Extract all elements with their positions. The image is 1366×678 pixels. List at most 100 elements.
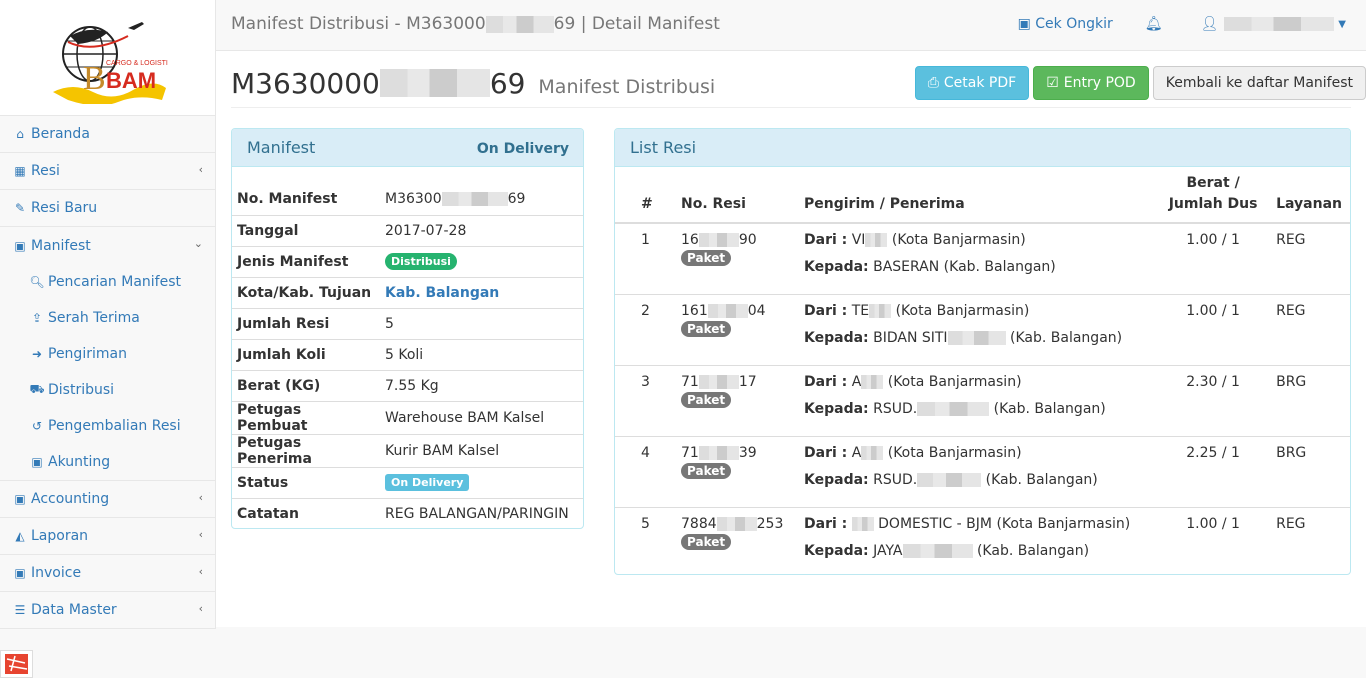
sidebar-item-beranda[interactable]: ⌂ Beranda [0,116,215,153]
kepada-label: Kepada: [804,542,869,559]
resi-no-suffix: 39 [738,444,757,461]
dari-line: Dari : VI (Kota Banjarmasin) [804,232,1150,248]
column-header-layanan: Layanan [1268,167,1350,224]
column-header-no: # [615,167,673,224]
sidebar-subitem-label: Pengiriman [48,346,127,362]
cek-ongkir-link[interactable]: ▣ Cek Ongkir [1018,16,1113,32]
kepada-name-prefix: BIDAN SITI [873,329,948,346]
sidebar-subitem-pengembalian-resi[interactable]: ↺ Pengembalian Resi [0,408,215,444]
sidebar-item-label: Laporan [31,528,89,544]
sidebar-item-laporan[interactable]: ◭ Laporan ‹ [0,518,215,555]
dari-label: Dari : [804,515,848,532]
dari-location: DOMESTIC - BJM (Kota Banjarmasin) [878,515,1131,532]
detail-key: Catatan [232,497,380,529]
logo-area: B BAM CARGO & LOGISTIC [0,0,215,116]
sidebar-subitem-label: Pengembalian Resi [48,418,181,434]
berat-cell: 1.00 / 1 [1186,232,1240,248]
table-row[interactable]: 4 71 39 Paket Dari : A (Kota Banjarmasin)… [615,435,1350,507]
manifest-no-prefix: M36300 [385,191,442,208]
dari-name-prefix: A [851,373,862,390]
main-content: M3630000 69 Manifest Distribusi ⎙ Cetak P… [216,51,1366,627]
table-icon: ▦ [14,164,26,178]
navbar-title-suffix: 69 | Detail Manifest [553,14,720,34]
sidebar-item-manifest[interactable]: ▣ Manifest ⌄ [0,227,215,264]
money-icon: ▣ [14,492,26,506]
resi-cell: 7884 253 Paket [673,506,796,578]
sidebar-subitem-pengiriman[interactable]: ➜ Pengiriman [0,336,215,372]
detail-row: Berat (KG) 7.55 Kg [232,369,583,401]
resi-no-suffix: 17 [738,373,757,390]
detail-key: Kota/Kab. Tujuan [232,276,380,308]
detail-row: No. Manifest M36300 69 [232,184,583,215]
jenis-manifest-badge: Distribusi [385,252,457,271]
detail-row: Jumlah Koli 5 Koli [232,338,583,370]
table-row[interactable]: 5 7884 253 Paket Dari : DOMESTIC - BJM (K… [615,506,1350,578]
resi-table: # No. Resi Pengirim / Penerima Berat / Ju… [615,167,1350,578]
sidebar-item-data-master[interactable]: ☰ Data Master ‹ [0,592,215,629]
sidebar-subitem-label: Pencarian Manifest [48,274,181,290]
kota-tujuan-link[interactable]: Kab. Balangan [385,285,499,301]
entry-pod-button[interactable]: ☑ Entry POD [1033,66,1149,100]
detail-row: Catatan REG BALANGAN/PARINGIN [232,497,583,529]
table-row[interactable]: 2 161 04 Paket Dari : TE (Kota Banjarmasi… [615,293,1350,365]
sidebar-item-label: Manifest [31,237,91,254]
sidebar-subitem-serah-terima[interactable]: ⇪ Serah Terima [0,300,215,336]
table-row[interactable]: 1 16 90 Paket Dari : VI (Kota Banjarmasin… [615,223,1350,294]
table-row[interactable]: 3 71 17 Paket Dari : A (Kota Banjarmasin)… [615,364,1350,436]
detail-row: Tanggal 2017-07-28 [232,214,583,246]
column-header-berat: Berat / Jumlah Dus [1158,167,1269,224]
redacted-text [707,303,748,318]
row-number: 1 [641,232,650,248]
cetak-pdf-button[interactable]: ⎙ Cetak PDF [914,66,1030,100]
dari-location: (Kota Banjarmasin) [891,232,1026,248]
sidebar-item-invoice[interactable]: ▣ Invoice ‹ [0,555,215,592]
kepada-label: Kepada: [804,259,869,275]
detail-key: Tanggal [232,214,380,246]
kepada-name-prefix: RSUD. [873,471,918,488]
sidebar-subitem-distribusi[interactable]: ⛟ Distribusi [0,372,215,408]
kepada-label: Kepada: [804,400,869,417]
column-header-pengirim-penerima: Pengirim / Penerima [796,167,1159,224]
redacted-text [902,543,973,558]
kembali-button[interactable]: Kembali ke daftar Manifest [1152,66,1366,100]
debugbar-toggle[interactable] [0,650,33,678]
berat-cell: 2.25 / 1 [1158,435,1269,507]
kepada-line: Kepada: BIDAN SITI (Kab. Balangan) [804,330,1150,346]
sidebar-subitem-pencarian-manifest[interactable]: 🔍︎ Pencarian Manifest [0,264,215,300]
kepada-label: Kepada: [804,329,869,346]
header-actions: ⎙ Cetak PDF ☑ Entry POD Kembali ke dafta… [914,66,1366,100]
truck-icon: ⛟ [29,382,45,396]
resi-no-suffix: 90 [738,232,757,248]
manifest-status-heading: On Delivery [476,141,569,157]
detail-value: REG BALANGAN/PARINGIN [380,497,583,529]
berat-cell: 1.00 / 1 [1158,506,1269,578]
resi-no-prefix: 161 [681,302,708,319]
pengirim-penerima-cell: Dari : DOMESTIC - BJM (Kota Banjarmasin)… [796,506,1159,578]
kepada-line: Kepada: JAYA (Kab. Balangan) [804,543,1150,559]
sidebar-subitem-akunting[interactable]: ▣ Akunting [0,444,215,480]
redacted-text [865,233,888,247]
pengirim-penerima-cell: Dari : TE (Kota Banjarmasin) Kepada: BID… [796,293,1159,365]
sidebar-item-accounting[interactable]: ▣ Accounting ‹ [0,481,215,518]
pengirim-penerima-cell: Dari : VI (Kota Banjarmasin) Kepada: BAS… [796,223,1158,294]
detail-key: Jumlah Resi [232,307,380,339]
notification-bell-icon[interactable]: 🔔︎ [1145,16,1163,32]
dari-location: (Kota Banjarmasin) [895,302,1030,319]
user-menu[interactable]: 👤︎ ▼ [1201,16,1346,32]
chevron-left-icon: ‹ [198,528,203,541]
resi-no-prefix: 71 [681,444,699,461]
navbar-title-prefix: Manifest Distribusi - M363000 [231,14,486,34]
bam-logo[interactable]: B BAM CARGO & LOGISTIC [48,14,168,104]
redacted-text [485,15,554,33]
kepada-name-prefix: BASERAN [873,259,940,275]
dari-line: Dari : TE (Kota Banjarmasin) [804,303,1150,319]
database-icon: ☰ [14,603,26,617]
status-badge: On Delivery [385,473,470,492]
row-number: 2 [615,293,673,365]
sidebar-item-resi-baru[interactable]: ✎ Resi Baru [0,190,215,227]
sidebar-subitem-label: Akunting [48,454,111,470]
detail-value: Kurir BAM Kalsel [380,433,583,467]
navbar-right: ▣ Cek Ongkir 🔔︎ 👤︎ ▼ [1018,16,1346,32]
sidebar-item-resi[interactable]: ▦ Resi ‹ [0,153,215,190]
chevron-left-icon: ‹ [198,491,203,504]
